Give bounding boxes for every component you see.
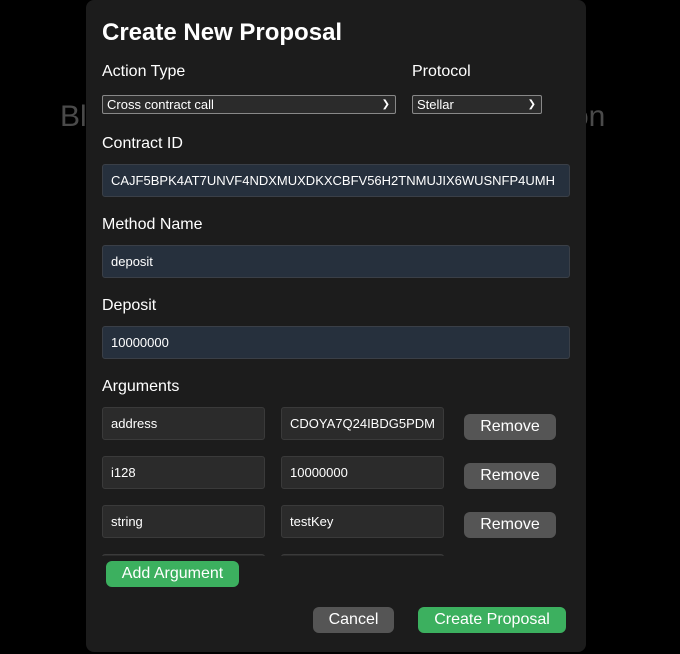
argument-value-input[interactable]: testKey	[281, 505, 444, 538]
action-type-label: Action Type	[102, 63, 186, 80]
argument-value-input[interactable]: CDOYA7Q24IBDG5PDM	[281, 407, 444, 440]
modal-title: Create New Proposal	[102, 19, 343, 46]
add-argument-button[interactable]: Add Argument	[106, 561, 239, 587]
cancel-button[interactable]: Cancel	[313, 607, 394, 633]
argument-type-input[interactable]: string	[102, 505, 265, 538]
argument-type-input[interactable]: address	[102, 407, 265, 440]
remove-argument-button[interactable]: Remove	[464, 463, 556, 489]
argument-type-input[interactable]	[102, 554, 265, 556]
chevron-down-icon: ❯	[381, 99, 390, 110]
remove-argument-button[interactable]: Remove	[464, 414, 556, 440]
arguments-list[interactable]: address CDOYA7Q24IBDG5PDM Remove i128 10…	[86, 400, 586, 556]
create-proposal-modal: Create New Proposal Action Type Cross co…	[86, 0, 586, 652]
argument-value-input[interactable]	[281, 554, 444, 556]
background-title-fragment: Bl	[60, 100, 87, 133]
remove-argument-button[interactable]: Remove	[464, 512, 556, 538]
deposit-input[interactable]: 10000000	[102, 326, 570, 359]
argument-value-input[interactable]: 10000000	[281, 456, 444, 489]
protocol-value: Stellar	[417, 97, 454, 112]
deposit-label: Deposit	[102, 297, 157, 314]
action-type-select[interactable]: Cross contract call ❯	[102, 95, 396, 114]
chevron-down-icon: ❯	[527, 99, 536, 110]
protocol-select[interactable]: Stellar ❯	[412, 95, 542, 114]
action-type-value: Cross contract call	[107, 97, 214, 112]
method-name-input[interactable]: deposit	[102, 245, 570, 278]
contract-id-label: Contract ID	[102, 135, 183, 152]
method-name-label: Method Name	[102, 216, 203, 233]
create-proposal-button[interactable]: Create Proposal	[418, 607, 566, 633]
contract-id-input[interactable]: CAJF5BPK4AT7UNVF4NDXMUXDKXCBFV56H2TNMUJI…	[102, 164, 570, 197]
arguments-label: Arguments	[102, 378, 180, 395]
protocol-label: Protocol	[412, 63, 471, 80]
argument-type-input[interactable]: i128	[102, 456, 265, 489]
